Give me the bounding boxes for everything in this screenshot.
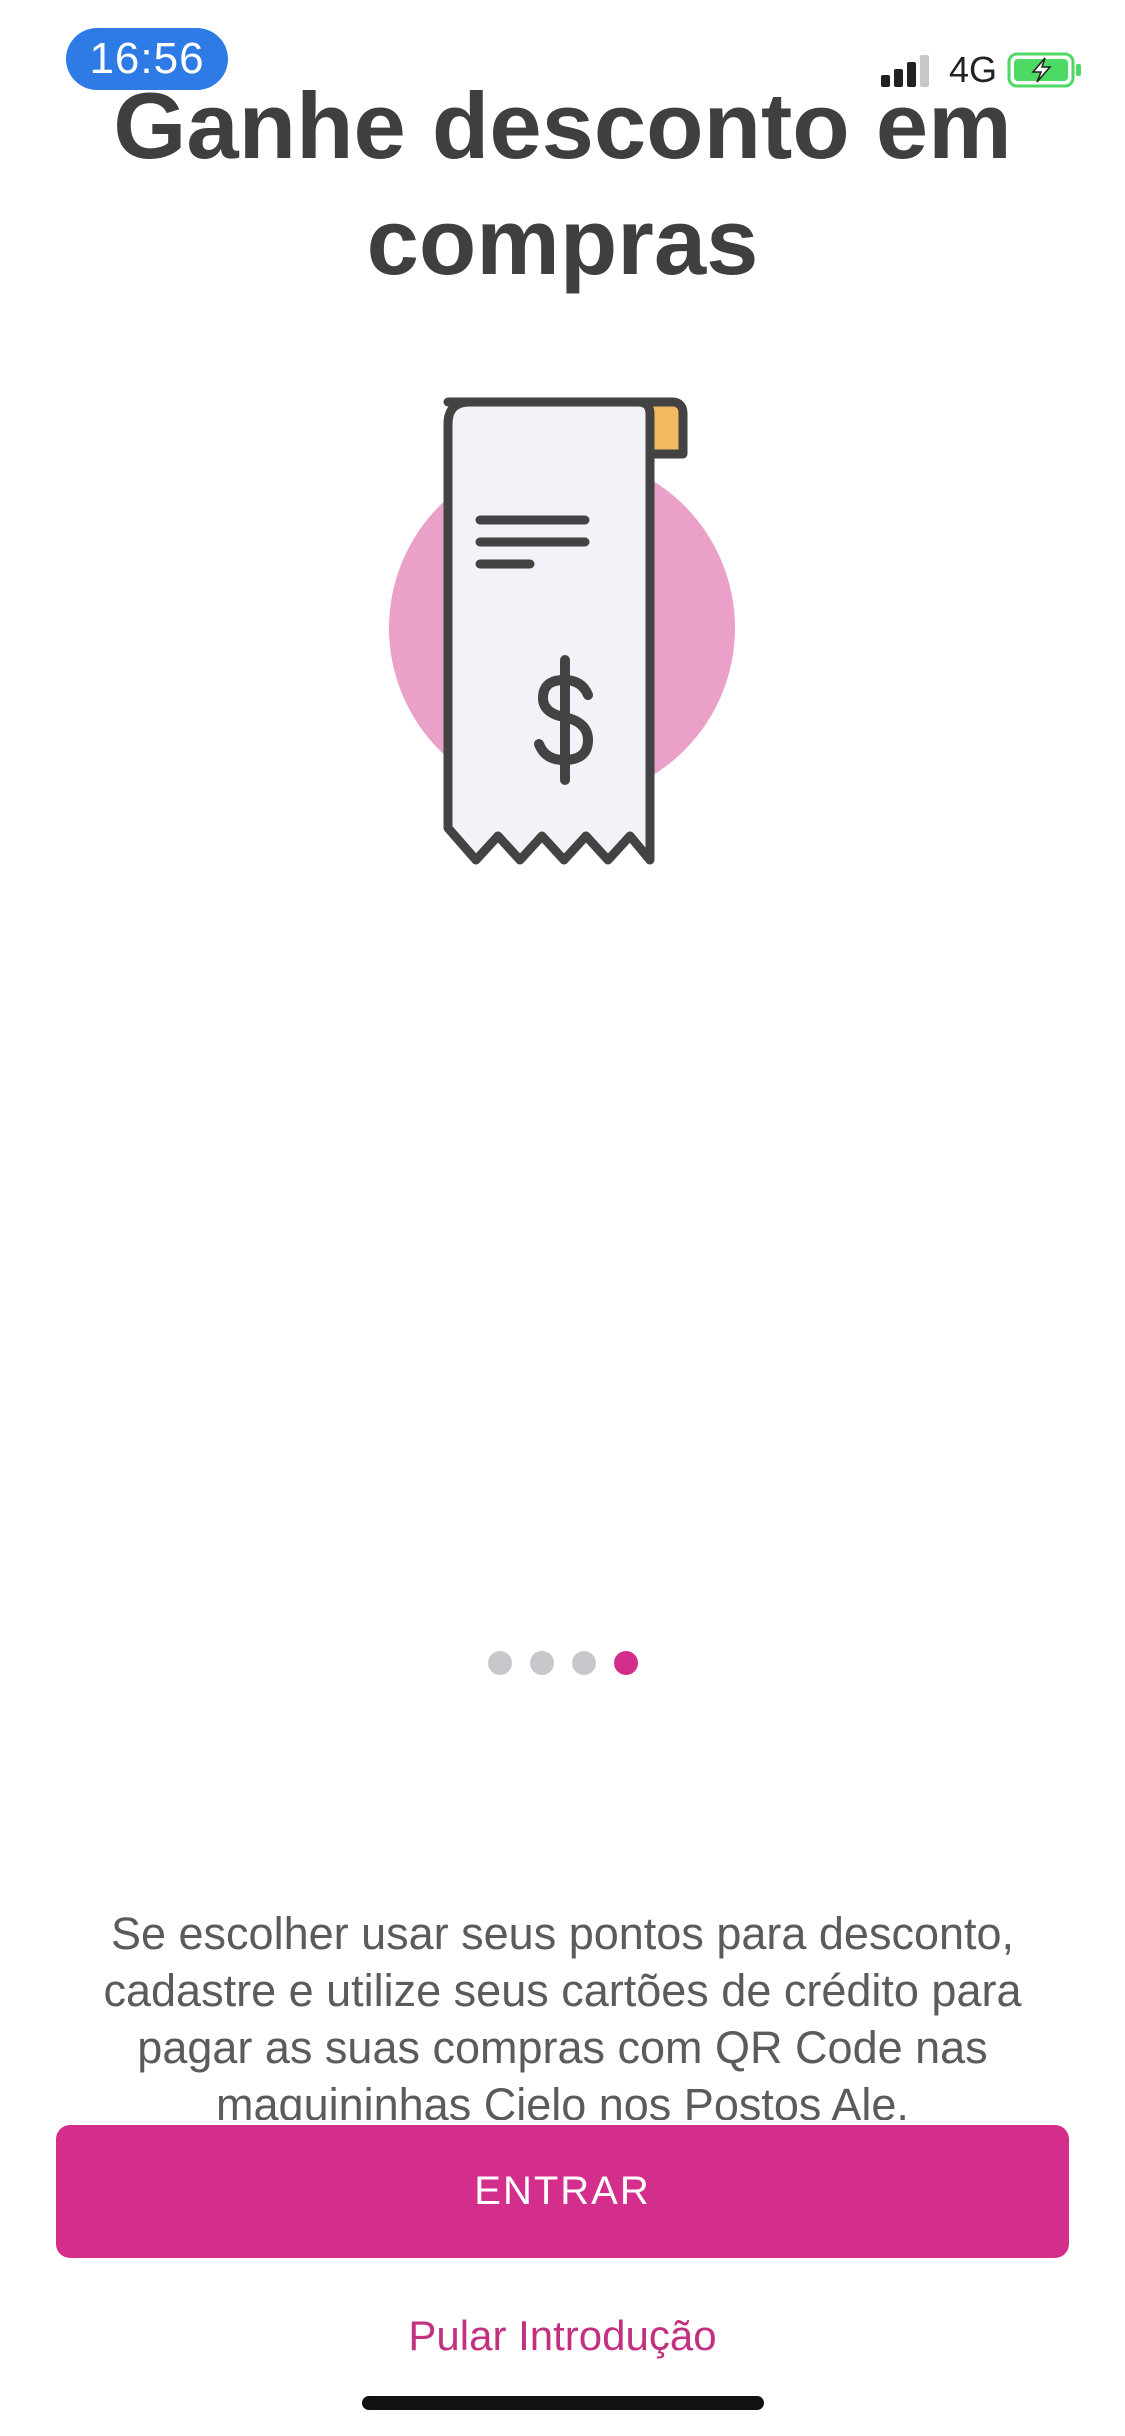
home-indicator[interactable]	[362, 2396, 764, 2410]
page-dot-1[interactable]	[487, 1651, 512, 1675]
receipt-paper	[443, 397, 655, 865]
network-type: 4G	[948, 49, 997, 90]
page-dot-2[interactable]	[529, 1651, 554, 1675]
cellular-signal-icon	[880, 55, 929, 87]
onboarding-screen: 16:56 4G Ganhe desconto em compras Se es…	[0, 0, 1125, 2436]
onboarding-title: Ganhe desconto em compras	[113, 73, 1012, 294]
page-dot-4-active[interactable]	[613, 1651, 638, 1675]
onboarding-description: Se escolher usar seus pontos para descon…	[103, 1908, 1022, 2120]
page-dot-3[interactable]	[571, 1651, 596, 1675]
skip-intro-link[interactable]: Pular Introdução	[0, 2312, 1125, 2360]
status-time: 16:56	[66, 28, 228, 90]
battery-charging-icon	[1007, 52, 1081, 88]
receipt-dollar-icon	[389, 397, 735, 865]
status-indicators: 4G	[879, 49, 1083, 90]
page-indicator	[0, 1651, 1125, 1675]
enter-button[interactable]: ENTRAR	[56, 2125, 1069, 2258]
